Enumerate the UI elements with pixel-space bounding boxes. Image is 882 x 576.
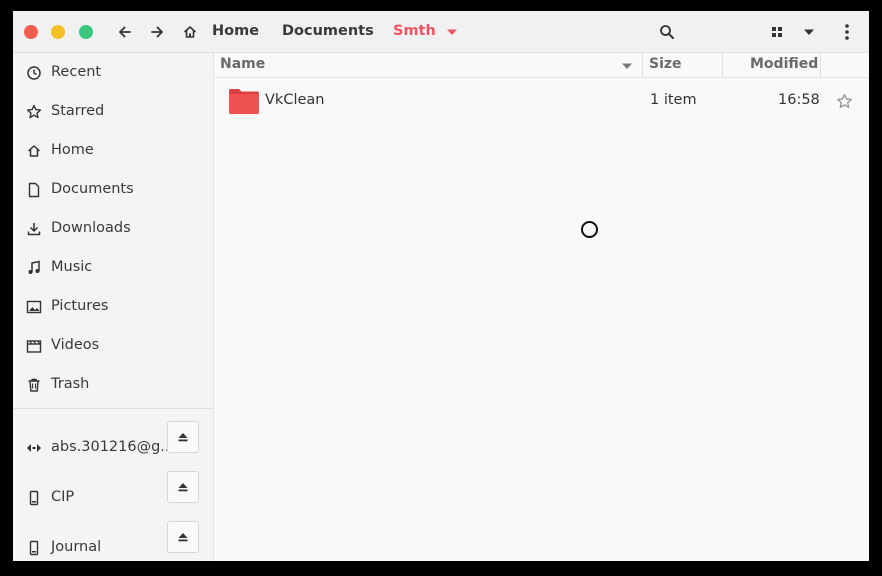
- video-icon: [26, 340, 42, 353]
- network-icon: [27, 444, 41, 452]
- sidebar-item-label: Music: [51, 259, 93, 275]
- forward-button[interactable]: [147, 22, 167, 42]
- sidebar-divider: [13, 408, 213, 409]
- sidebar-item-label: Starred: [51, 103, 105, 119]
- file-name: VkClean: [265, 92, 325, 108]
- home-icon: [27, 145, 41, 157]
- folder-icon: [229, 89, 259, 114]
- sidebar-item-label: Trash: [51, 376, 90, 392]
- sidebar-item-label: CIP: [51, 489, 75, 505]
- sidebar-item-label: Journal: [51, 539, 102, 555]
- file-modified: 16:58: [778, 92, 820, 108]
- document-icon: [28, 182, 40, 198]
- sidebar-item-label: Recent: [51, 64, 102, 80]
- star-toggle-icon[interactable]: [836, 93, 853, 110]
- grid-view-icon: [772, 27, 782, 37]
- eject-icon: [178, 483, 188, 492]
- music-icon: [28, 260, 40, 274]
- sidebar-item-recent[interactable]: Recent: [13, 55, 213, 91]
- sidebar-item-pictures[interactable]: Pictures: [13, 289, 213, 325]
- home-icon: [183, 26, 197, 38]
- back-button[interactable]: [115, 22, 135, 42]
- view-mode-button[interactable]: [767, 22, 787, 42]
- column-divider[interactable]: [722, 53, 723, 78]
- picture-icon: [26, 300, 42, 314]
- sidebar-item-label: abs.301216@g...: [51, 439, 175, 455]
- drive-icon: [29, 490, 39, 506]
- eject-icon: [178, 433, 188, 442]
- main-menu-button[interactable]: [837, 22, 857, 42]
- sidebar-item-documents[interactable]: Documents: [13, 172, 213, 208]
- column-header-modified[interactable]: Modified: [750, 56, 818, 72]
- search-button[interactable]: [657, 22, 677, 42]
- maximize-window-button[interactable]: [79, 25, 93, 39]
- dropdown-triangle-icon: [447, 29, 457, 35]
- sidebar-item-home[interactable]: Home: [13, 133, 213, 169]
- sidebar-item-downloads[interactable]: Downloads: [13, 211, 213, 247]
- sidebar-item-label: Videos: [51, 337, 100, 353]
- breadcrumb-home[interactable]: Home: [212, 23, 259, 39]
- search-icon: [660, 25, 674, 39]
- eject-icon: [178, 533, 188, 542]
- trash-icon: [28, 378, 40, 392]
- sidebar-item-label: Pictures: [51, 298, 109, 314]
- close-window-button[interactable]: [24, 25, 38, 39]
- home-crumb-icon[interactable]: [180, 22, 200, 42]
- eject-network-mount-button[interactable]: [167, 421, 199, 453]
- loading-spinner-icon: [581, 221, 598, 238]
- column-divider[interactable]: [820, 53, 821, 78]
- view-options-button[interactable]: [799, 22, 819, 42]
- sidebar-item-trash[interactable]: Trash: [13, 367, 213, 403]
- clock-icon: [27, 66, 41, 80]
- eject-journal-button[interactable]: [167, 521, 199, 553]
- sidebar-item-label: Home: [51, 142, 94, 158]
- file-row[interactable]: VkClean 1 item 16:58: [215, 83, 869, 119]
- sort-descending-icon[interactable]: [621, 62, 633, 70]
- sidebar-item-videos[interactable]: Videos: [13, 328, 213, 364]
- eject-cip-button[interactable]: [167, 471, 199, 503]
- back-arrow-icon: [119, 26, 131, 38]
- sidebar-item-starred[interactable]: Starred: [13, 94, 213, 130]
- kebab-menu-icon: [845, 24, 849, 40]
- download-icon: [27, 223, 41, 236]
- file-size: 1 item: [650, 92, 697, 108]
- header-bar: Home Documents Smth: [13, 11, 869, 53]
- sidebar-item-label: Downloads: [51, 220, 131, 236]
- sidebar-item-music[interactable]: Music: [13, 250, 213, 286]
- column-divider[interactable]: [642, 53, 643, 78]
- column-header-name[interactable]: Name: [220, 56, 265, 72]
- column-header-size[interactable]: Size: [649, 56, 682, 72]
- sidebar: Recent Starred Home Documents Downloads …: [13, 53, 214, 561]
- path-menu-button[interactable]: [442, 22, 462, 42]
- drive-icon: [29, 540, 39, 556]
- star-icon: [26, 104, 42, 119]
- minimize-window-button[interactable]: [51, 25, 65, 39]
- file-manager-window: Home Documents Smth Recent Starred Home …: [13, 11, 869, 561]
- forward-arrow-icon: [151, 26, 163, 38]
- breadcrumb-documents[interactable]: Documents: [282, 23, 374, 39]
- column-header-bar: Name Size Modified: [215, 53, 869, 78]
- sidebar-item-label: Documents: [51, 181, 134, 197]
- breadcrumb-current[interactable]: Smth: [393, 23, 436, 39]
- chevron-down-icon: [804, 29, 814, 35]
